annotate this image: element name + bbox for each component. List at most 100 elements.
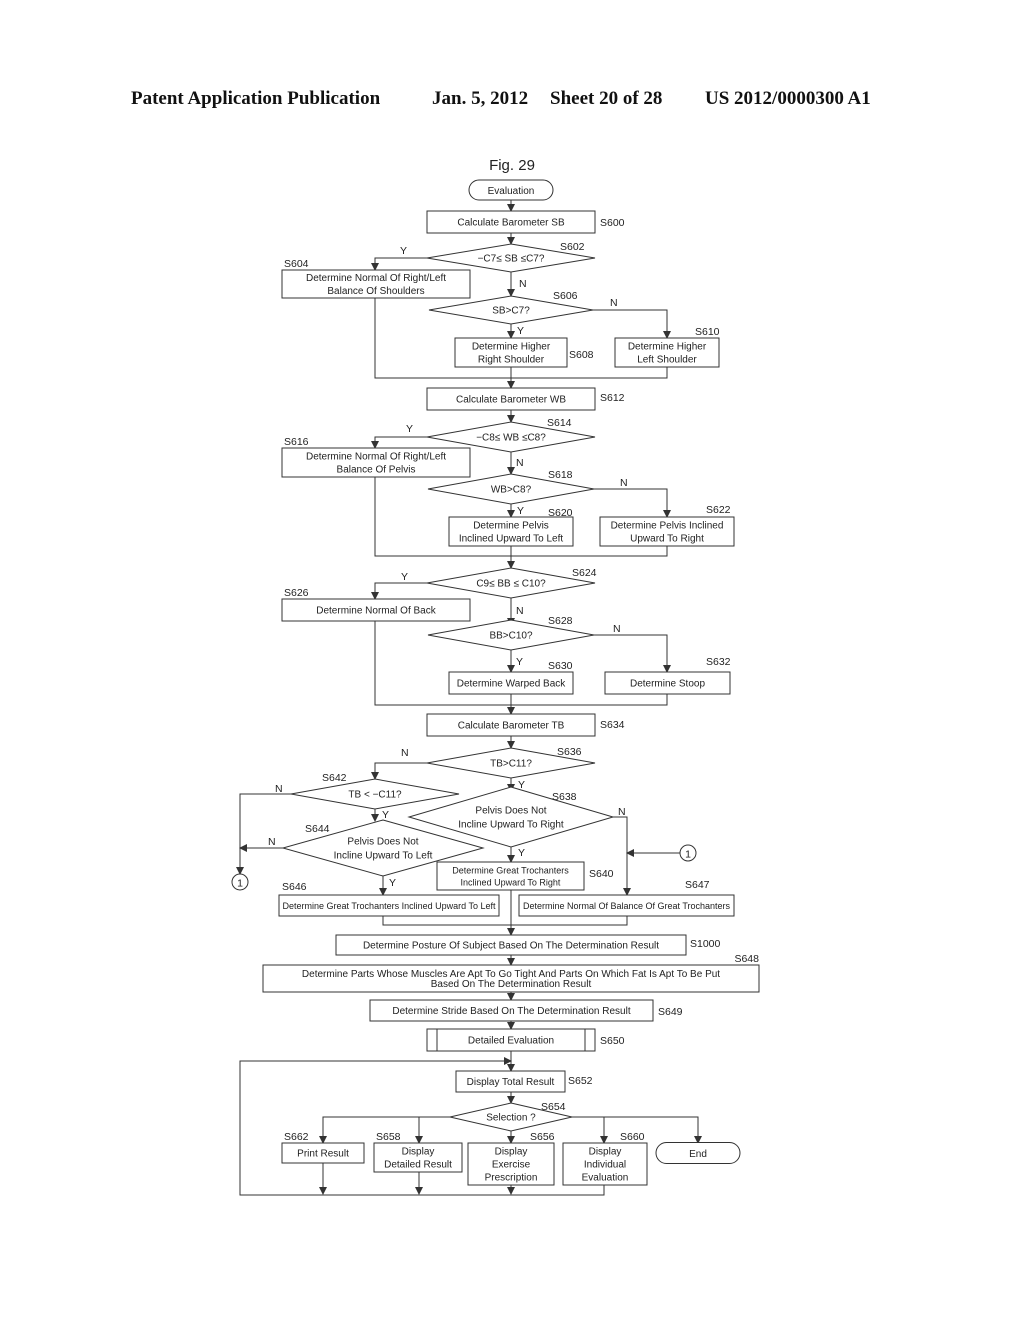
connector-line	[382, 916, 511, 926]
step-id-s644: S644	[305, 823, 330, 835]
step-id-s640: S640	[589, 868, 614, 880]
step-s647-text: Determine Normal Of Balance Of Great Tro…	[523, 901, 731, 911]
branch-label-no: N	[519, 278, 527, 290]
connector-line	[604, 1116, 702, 1144]
connector-line	[511, 916, 628, 926]
decision-s638-text: Pelvis Does Not	[475, 806, 546, 817]
step-id-s634: S634	[600, 719, 625, 731]
flowchart: Fig. 29 Evaluation Calculate Barometer SB S…	[231, 157, 760, 1196]
step-s616-text: Balance Of Pelvis	[337, 465, 416, 476]
step-s640-text: Inclined Upward To Right	[461, 878, 561, 888]
step-id-s628: S628	[548, 615, 573, 627]
step-s630-text: Determine Warped Back	[457, 679, 567, 690]
step-s656-text: Prescription	[485, 1173, 538, 1184]
step-id-s647: S647	[685, 879, 710, 891]
step-s608-text: Determine Higher	[472, 342, 551, 353]
decision-s654-text: Selection ?	[486, 1113, 536, 1124]
connector-label: 1	[685, 849, 691, 861]
branch-label-no: N	[275, 783, 283, 795]
decision-s624-text: C9≤ BB ≤ C10?	[476, 579, 546, 590]
decision-s644-text: Incline Upward To Left	[334, 851, 433, 862]
connector-line	[511, 367, 668, 379]
connector-line	[371, 436, 427, 449]
connector-line	[236, 793, 291, 875]
step-s660-text: Individual	[584, 1160, 626, 1171]
step-s620-text: Determine Pelvis	[473, 521, 549, 532]
step-id-s622: S622	[706, 504, 731, 516]
step-id-s650: S650	[600, 1035, 625, 1047]
step-id-s624: S624	[572, 567, 597, 579]
connector-line	[594, 634, 671, 673]
step-s632-text: Determine Stoop	[630, 679, 705, 690]
branch-label-yes: Y	[389, 877, 396, 889]
connector-line	[371, 257, 427, 271]
step-s658-text: Detailed Result	[384, 1160, 452, 1171]
branch-label-no: N	[516, 605, 524, 617]
step-id-s654: S654	[541, 1101, 566, 1113]
step-id-s626: S626	[284, 587, 309, 599]
step-s622-text: Determine Pelvis Inclined	[611, 521, 724, 532]
step-s600-text: Calculate Barometer SB	[457, 218, 565, 229]
step-id-s608: S608	[569, 349, 594, 361]
branch-label-no: N	[620, 477, 628, 489]
decision-s602-text: −C7≤ SB ≤C7?	[478, 254, 545, 265]
branch-label-yes: Y	[518, 847, 525, 859]
branch-label-no: N	[401, 747, 409, 759]
step-s612-text: Calculate Barometer WB	[456, 395, 566, 406]
step-id-s606: S606	[553, 290, 578, 302]
step-s640-text: Determine Great Trochanters	[452, 866, 569, 876]
step-id-s658: S658	[376, 1131, 401, 1143]
step-s660-text: Display	[589, 1147, 622, 1158]
step-id-s600: S600	[600, 217, 625, 229]
step-id-s602: S602	[560, 241, 585, 253]
step-s648-text: Based On The Determination Result	[431, 979, 592, 990]
step-s656-text: Display	[495, 1147, 528, 1158]
step-id-s648: S648	[734, 953, 759, 965]
branch-label-yes: Y	[406, 423, 413, 435]
connector-line	[572, 1116, 608, 1144]
step-s608-text: Right Shoulder	[478, 355, 545, 366]
step-id-s649: S649	[658, 1006, 683, 1018]
step-id-s638: S638	[552, 791, 577, 803]
step-id-s618: S618	[548, 469, 573, 481]
step-id-s660: S660	[620, 1131, 645, 1143]
step-id-s604: S604	[284, 258, 309, 270]
connector-label: 1	[237, 878, 243, 890]
connector-line	[371, 762, 427, 780]
step-s604-text: Balance Of Shoulders	[327, 286, 424, 297]
connector-line	[371, 582, 427, 600]
connector-line	[613, 816, 631, 896]
step-id-s636: S636	[557, 746, 582, 758]
step-id-s620: S620	[548, 507, 573, 519]
step-s662-text: Print Result	[297, 1149, 349, 1160]
step-id-s614: S614	[547, 417, 572, 429]
branch-label-yes: Y	[400, 245, 407, 257]
step-s616-text: Determine Normal Of Right/Left	[306, 452, 446, 463]
connector-line	[593, 309, 671, 339]
step-s634-text: Calculate Barometer TB	[458, 721, 565, 732]
branch-label-yes: Y	[382, 809, 389, 821]
step-s620-text: Inclined Upward To Left	[459, 534, 564, 545]
branch-label-no: N	[610, 297, 618, 309]
step-id-s1000: S1000	[690, 938, 721, 950]
branch-label-yes: Y	[401, 571, 408, 583]
start-terminal-label: Evaluation	[488, 186, 535, 197]
step-s646-text: Determine Great Trochanters Inclined Upw…	[283, 901, 496, 911]
step-s610-text: Determine Higher	[628, 342, 707, 353]
connector-line	[594, 488, 671, 518]
decision-s642-text: TB < −C11?	[348, 790, 402, 801]
branch-label-yes: Y	[516, 656, 523, 668]
step-id-s632: S632	[706, 656, 731, 668]
decision-s628-text: BB>C10?	[489, 631, 533, 642]
step-s652-text: Display Total Result	[467, 1077, 555, 1088]
end-terminal-label: End	[689, 1149, 707, 1160]
connector-line	[511, 546, 668, 557]
branch-label-no: N	[613, 623, 621, 635]
step-id-s642: S642	[322, 772, 347, 784]
step-id-s610: S610	[695, 326, 720, 338]
branch-label-no: N	[516, 457, 524, 469]
branch-label-yes: Y	[518, 779, 525, 791]
decision-s606-text: SB>C7?	[492, 306, 530, 317]
step-s1000-text: Determine Posture Of Subject Based On Th…	[363, 941, 659, 952]
step-s660-text: Evaluation	[582, 1173, 629, 1184]
